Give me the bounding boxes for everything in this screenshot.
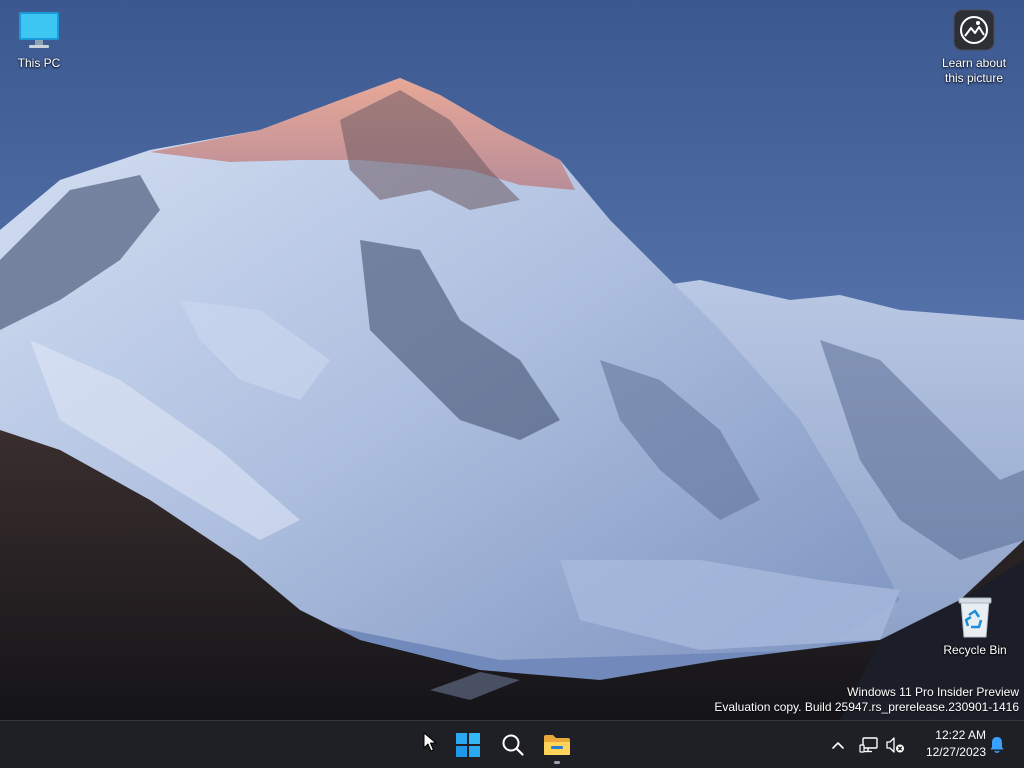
desktop[interactable]: This PC Learn about this picture Recycle… — [0, 0, 1024, 720]
clock-date: 12/27/2023 — [925, 745, 986, 759]
taskbar: 12:22 AM 12/27/2023 — [0, 720, 1024, 768]
search-button[interactable] — [493, 725, 533, 765]
notification-bell-icon — [990, 737, 1004, 754]
desktop-icon-label: This PC — [17, 56, 61, 70]
start-button[interactable] — [448, 725, 488, 765]
show-hidden-icons-button[interactable] — [826, 729, 850, 761]
desktop-icon-learn-about-picture[interactable]: Learn about this picture — [935, 8, 1013, 86]
desktop-icon-this-pc[interactable]: This PC — [0, 8, 78, 71]
clock-button[interactable]: 12:22 AM 12/27/2023 — [912, 727, 986, 761]
search-icon — [502, 734, 524, 756]
volume-button[interactable] — [882, 729, 908, 761]
folder-icon — [544, 735, 570, 755]
desktop-icon-label: Learn about this picture — [941, 56, 1007, 85]
chevron-up-icon — [832, 742, 844, 749]
watermark-build: Evaluation copy. Build 25947.rs_prerelea… — [714, 700, 1019, 714]
notifications-button[interactable] — [985, 729, 1009, 761]
wallpaper-mountain — [0, 0, 1024, 720]
watermark-edition: Windows 11 Pro Insider Preview — [847, 685, 1019, 699]
running-indicator — [554, 761, 560, 764]
monitor-icon — [19, 12, 59, 48]
evaluation-watermark: Windows 11 Pro Insider Preview Evaluatio… — [714, 685, 1019, 715]
desktop-icon-recycle-bin[interactable]: Recycle Bin — [936, 595, 1014, 658]
windows-logo-icon — [456, 733, 480, 757]
network-button[interactable] — [856, 729, 882, 761]
desktop-icon-label: Recycle Bin — [943, 643, 1007, 657]
mouse-cursor-icon — [423, 732, 437, 752]
camera-spotlight-icon — [953, 9, 995, 51]
recycle-bin-icon — [958, 597, 992, 638]
volume-muted-icon — [886, 737, 904, 753]
clock-time: 12:22 AM — [935, 728, 986, 742]
network-icon — [859, 737, 878, 753]
file-explorer-button[interactable] — [537, 725, 577, 765]
